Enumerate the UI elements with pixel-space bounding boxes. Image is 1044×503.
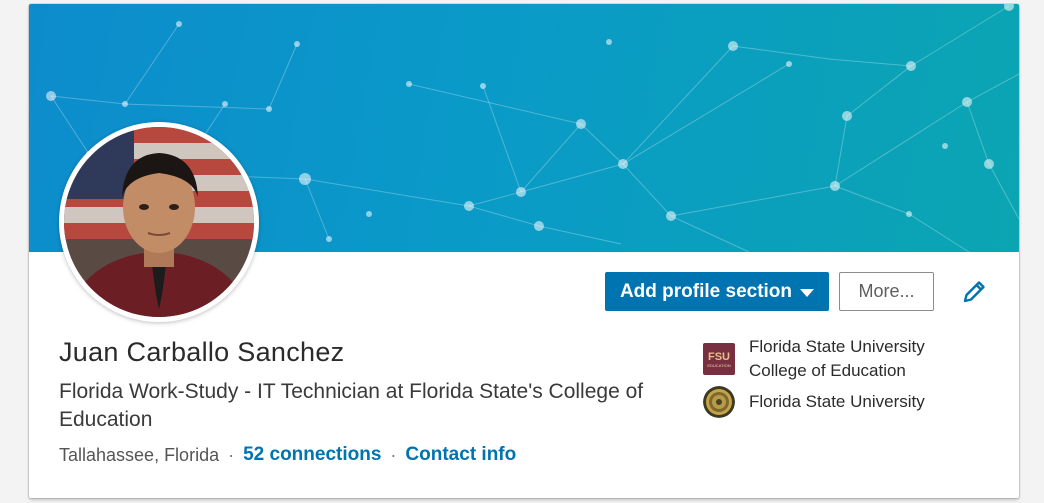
profile-card: Add profile section More... Juan Carball… (29, 4, 1019, 498)
profile-meta-line: Tallahassee, Florida · 52 connections · … (59, 444, 516, 466)
profile-photo (64, 127, 254, 317)
avatar[interactable] (64, 127, 254, 317)
education-name: Florida State University (749, 392, 925, 411)
avatar-frame[interactable] (59, 122, 259, 322)
fsu-logo-text: FSU (708, 350, 730, 363)
more-button[interactable]: More... (839, 272, 934, 311)
caret-down-icon (800, 288, 815, 297)
separator-dot: · (390, 444, 397, 465)
location-text: Tallahassee, Florida (59, 444, 220, 465)
fsu-education-logo: FSU EDUCATION (703, 343, 735, 375)
education-name: Florida State University College of Educ… (749, 337, 925, 380)
separator-dot: · (228, 444, 235, 465)
profile-name: Juan Carballo Sanchez (59, 337, 345, 367)
fsu-seal-logo (703, 386, 735, 418)
education-item-fsu-college-of-education[interactable]: FSU EDUCATION Florida State University C… (703, 335, 949, 383)
connections-link[interactable]: 52 connections (243, 444, 381, 466)
contact-info-link[interactable]: Contact info (405, 444, 516, 466)
education-item-fsu[interactable]: Florida State University (703, 386, 925, 418)
profile-headline: Florida Work-Study - IT Technician at Fl… (59, 380, 644, 431)
pencil-icon[interactable] (960, 278, 988, 306)
add-profile-section-label: Add profile section (619, 280, 793, 302)
fsu-logo-subtext: EDUCATION (707, 362, 731, 368)
add-profile-section-button[interactable]: Add profile section (605, 272, 829, 311)
